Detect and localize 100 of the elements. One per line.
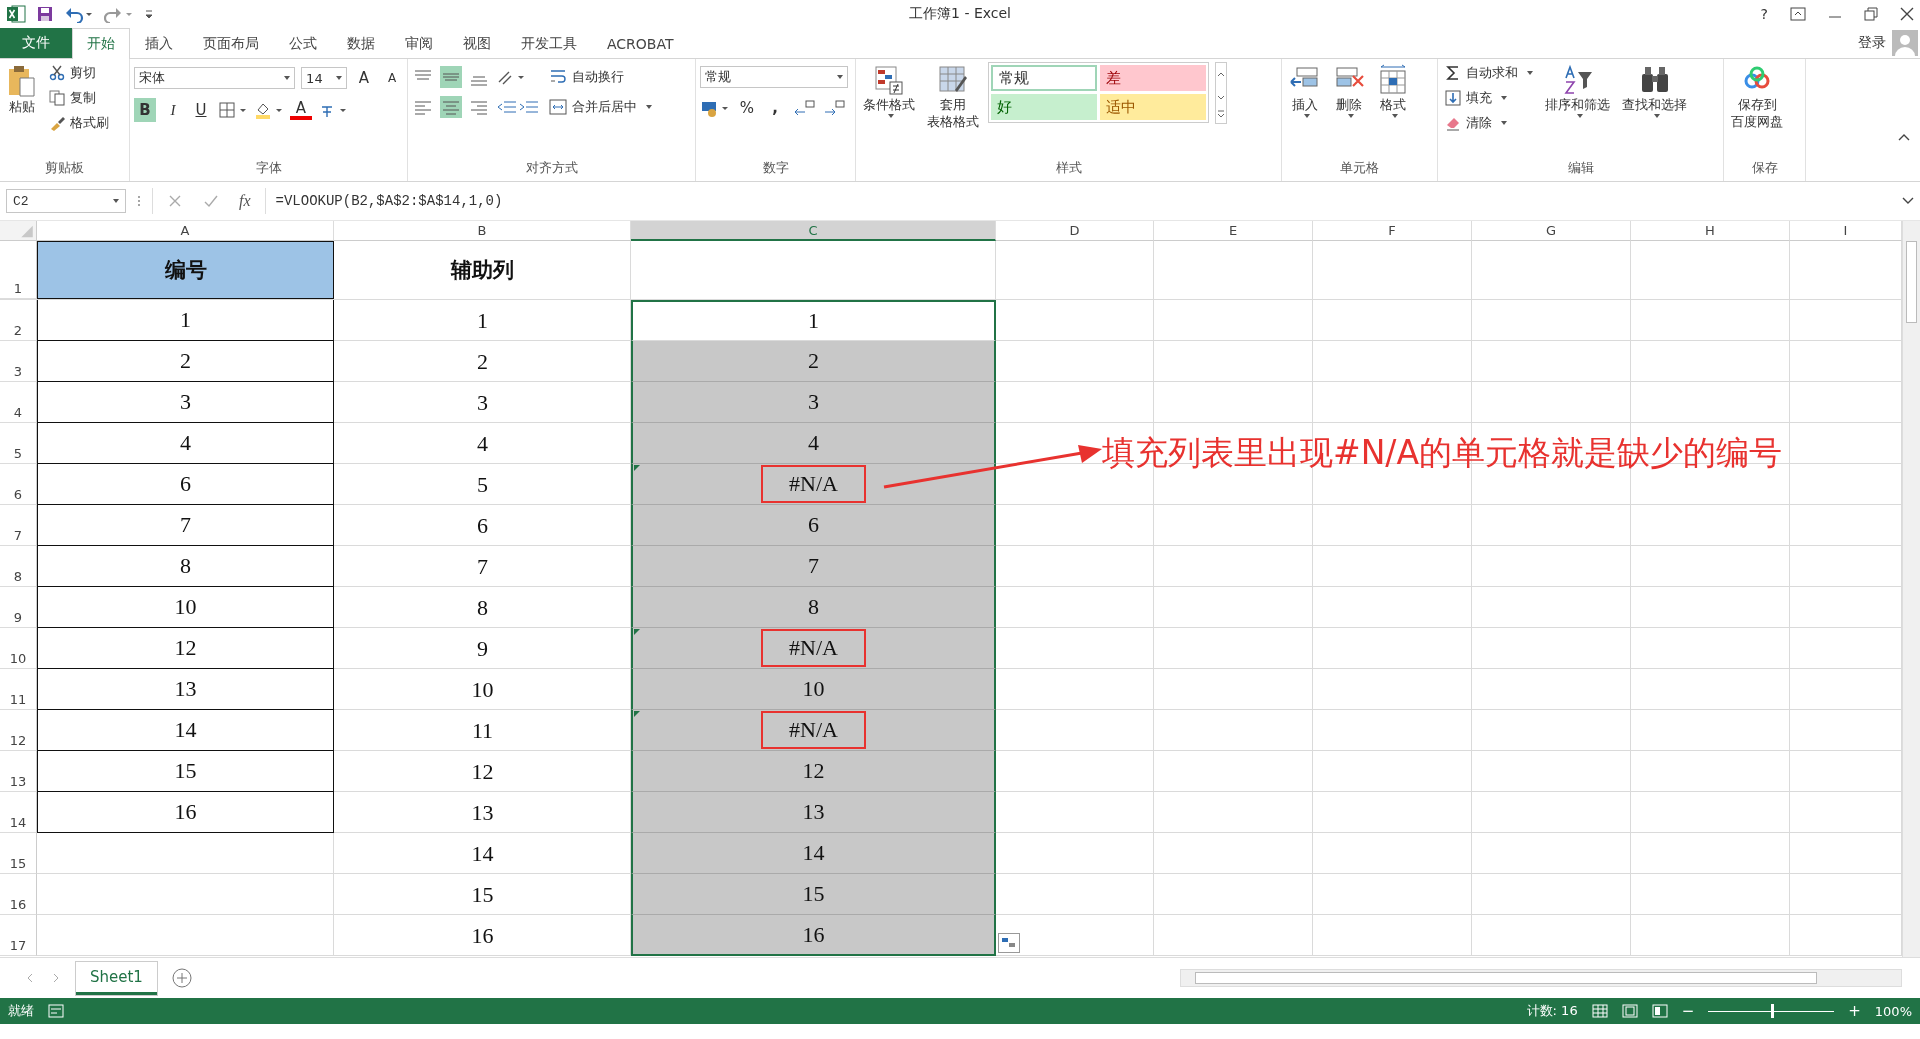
sign-in-link[interactable]: 登录 [1858, 28, 1886, 58]
restore-icon[interactable] [1864, 7, 1878, 21]
file-tab[interactable]: 文件 [0, 28, 72, 58]
vertical-scrollbar[interactable] [1902, 221, 1920, 957]
ribbon-tab[interactable]: 开始 [72, 28, 130, 59]
collapse-ribbon-icon[interactable] [1898, 133, 1910, 141]
sort-filter-button[interactable]: 排序和筛选 [1542, 62, 1613, 120]
font-size-dropdown[interactable]: 14 [301, 67, 347, 89]
paste-button[interactable]: 粘贴 [4, 62, 40, 117]
ribbon-tab[interactable]: 审阅 [390, 28, 448, 58]
format-as-table-button[interactable]: 套用 表格格式 [924, 62, 982, 132]
table-cell: 1 [37, 300, 334, 341]
underline-button[interactable]: U [190, 98, 212, 122]
font-color-button[interactable]: A [290, 100, 312, 120]
help-button[interactable]: ? [1760, 6, 1768, 22]
insert-cells-button[interactable]: 插入 [1286, 62, 1324, 120]
horizontal-scrollbar[interactable] [1180, 969, 1902, 987]
cell-style-option[interactable]: 常规 [991, 65, 1097, 91]
cancel-icon[interactable] [167, 193, 183, 209]
shrink-font-button[interactable]: A [381, 66, 403, 90]
macro-record-icon[interactable] [48, 1004, 64, 1018]
clipboard-icon [7, 64, 37, 98]
zoom-level-text[interactable]: 100% [1874, 1003, 1912, 1019]
ribbon-tab[interactable]: 公式 [274, 28, 332, 58]
cell-style-option[interactable]: 差 [1100, 65, 1206, 91]
ribbon-tab[interactable]: ACROBAT [592, 28, 689, 58]
table-cell: 10 [631, 669, 996, 710]
page-layout-icon[interactable] [1621, 1004, 1638, 1018]
clear-button[interactable]: 清除 [1442, 112, 1536, 134]
group-label: 保存 [1751, 159, 1778, 177]
table-cell: 16 [37, 792, 334, 833]
column-header[interactable]: C [631, 221, 996, 241]
zoom-in-button[interactable]: + [1848, 1002, 1861, 1020]
add-sheet-icon[interactable] [170, 967, 193, 989]
table-cell: 2 [631, 341, 996, 382]
increase-decimal-icon[interactable] [792, 98, 816, 118]
fill-down-icon [1445, 90, 1461, 106]
ribbon-tab[interactable]: 开发工具 [506, 28, 592, 58]
percent-button[interactable]: % [736, 96, 758, 120]
ribbon-tab[interactable]: 视图 [448, 28, 506, 58]
annotation-text: 填充列表里出现#N/A的单元格就是缺少的编号 [1102, 432, 1783, 474]
borders-icon[interactable] [218, 101, 248, 119]
cell-style-option[interactable]: 适中 [1100, 94, 1206, 120]
font-family-dropdown[interactable]: 宋体 [134, 67, 296, 89]
ribbon-tab[interactable]: 插入 [130, 28, 188, 58]
excel-logo-icon[interactable] [6, 4, 26, 24]
grow-font-button[interactable]: A [353, 66, 375, 90]
more-icon [136, 194, 142, 208]
conditional-formatting-button[interactable]: 条件格式 [860, 62, 918, 120]
fill-button[interactable]: 填充 [1442, 87, 1536, 109]
delete-cells-button[interactable]: 删除 [1330, 62, 1368, 120]
row-header[interactable]: 1 [0, 241, 37, 299]
user-avatar-icon[interactable] [1892, 30, 1918, 56]
group-label: 编辑 [1567, 159, 1594, 177]
align-middle-icon[interactable] [440, 66, 462, 88]
ribbon-tab[interactable]: 数据 [332, 28, 390, 58]
formula-field[interactable]: =VLOOKUP(B2,$A$2:$A$14,1,0) [275, 188, 1892, 214]
cell-style-option[interactable]: 好 [991, 94, 1097, 120]
comma-button[interactable]: , [764, 96, 786, 120]
table-cell: 8 [37, 546, 334, 587]
sheet-tab[interactable]: Sheet1 [76, 961, 157, 995]
table-cell-text: 3 [476, 388, 489, 417]
table-cell: 7 [37, 505, 334, 546]
italic-button[interactable]: I [162, 98, 184, 122]
zoom-out-button[interactable]: − [1681, 1002, 1695, 1020]
cut-button[interactable]: 剪切 [46, 62, 112, 84]
autosum-button[interactable]: 自动求和 [1442, 62, 1536, 84]
fill-color-icon[interactable] [254, 101, 284, 119]
save-icon[interactable] [36, 5, 54, 23]
customize-icon[interactable] [144, 7, 154, 21]
wrap-text-button[interactable]: 自动换行 [546, 66, 655, 88]
format-cells-button[interactable]: 格式 [1374, 62, 1412, 120]
name-box[interactable]: C2 [6, 189, 126, 213]
normal-view-icon[interactable] [1591, 1004, 1608, 1018]
count-text: 计数: 16 [1526, 1002, 1578, 1020]
table-cell-text: 14 [470, 839, 495, 868]
ribbon-display-icon[interactable] [1790, 7, 1806, 21]
quick-analysis-icon[interactable] [998, 933, 1020, 953]
ribbon-tab[interactable]: 页面布局 [188, 28, 274, 58]
format-painter-button[interactable]: 格式刷 [46, 112, 112, 134]
table-cell: 14 [37, 710, 334, 751]
align-center-icon[interactable] [440, 96, 462, 118]
number-format-dropdown[interactable]: 常规 [700, 66, 848, 88]
redo-icon[interactable] [104, 5, 134, 23]
scissors-icon [49, 65, 65, 81]
bold-button[interactable]: B [134, 98, 156, 122]
expand-formula-icon[interactable] [1902, 197, 1914, 205]
close-icon[interactable] [1900, 7, 1914, 21]
merge-center-button[interactable]: 合并后居中 [546, 96, 655, 118]
insert-function-button[interactable]: fx [239, 192, 251, 210]
copy-button[interactable]: 复制 [46, 87, 112, 109]
decrease-decimal-icon[interactable] [822, 98, 846, 118]
find-select-button[interactable]: 查找和选择 [1619, 62, 1690, 120]
table-cell: 1 [631, 300, 996, 341]
table-cell-text: 2 [476, 347, 489, 376]
save-to-cloud-button[interactable]: 保存到 百度网盘 [1728, 62, 1786, 132]
enter-check-icon[interactable] [203, 193, 219, 209]
gallery-scroll-icon[interactable] [1215, 62, 1227, 124]
table-cell: 13 [631, 792, 996, 833]
page-break-icon[interactable] [1651, 1004, 1668, 1018]
